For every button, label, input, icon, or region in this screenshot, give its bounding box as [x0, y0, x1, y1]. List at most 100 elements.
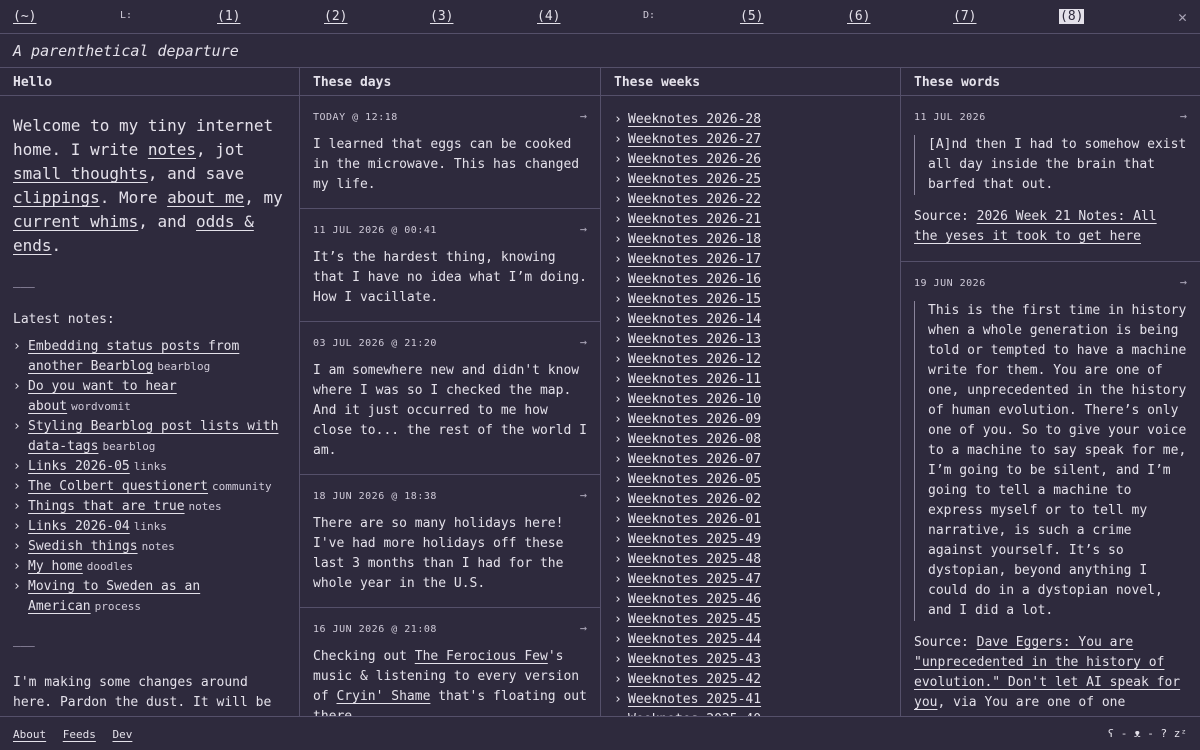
weeknote-link[interactable]: Weeknotes 2025-41: [628, 692, 761, 707]
nav-group-label-l: L:: [120, 10, 133, 21]
quote-post: 19 JUN 2026 → This is the first time in …: [901, 262, 1200, 716]
list-item: Weeknotes 2026-09: [614, 410, 887, 430]
status-post: TODAY @ 12:18 → I learned that eggs can …: [300, 96, 600, 209]
quote-source: Source: 2026 Week 21 Notes: All the yese…: [914, 207, 1187, 247]
weeknote-link[interactable]: Weeknotes 2026-25: [628, 172, 761, 187]
weeknote-link[interactable]: Weeknotes 2026-21: [628, 212, 761, 227]
weeknote-link[interactable]: Weeknotes 2026-17: [628, 252, 761, 267]
list-item: Weeknotes 2026-13: [614, 330, 887, 350]
cryin-shame-link[interactable]: Cryin' Shame: [336, 689, 430, 704]
quote-text: [A]nd then I had to somehow exist all da…: [914, 135, 1187, 195]
list-item: Styling Bearblog post lists with data-ta…: [13, 417, 286, 457]
list-item: Weeknotes 2026-07: [614, 450, 887, 470]
quote-date: 19 JUN 2026: [914, 278, 986, 289]
changes-notice: I'm making some changes around here. Par…: [13, 675, 272, 716]
status-date: 03 JUL 2026 @ 21:20: [313, 338, 437, 349]
arrow-right-icon[interactable]: →: [580, 109, 587, 123]
note-link[interactable]: My home: [28, 559, 83, 574]
weeknote-link[interactable]: Weeknotes 2026-27: [628, 132, 761, 147]
list-item: Weeknotes 2025-49: [614, 530, 887, 550]
welcome-text-part: .: [51, 236, 62, 255]
weeknote-link[interactable]: Weeknotes 2026-28: [628, 112, 761, 127]
tab-8[interactable]: (8): [1059, 9, 1085, 24]
weeknote-link[interactable]: Weeknotes 2025-47: [628, 572, 761, 587]
note-tag: links: [133, 460, 167, 473]
days-column: These days TODAY @ 12:18 → I learned tha…: [300, 68, 601, 716]
list-item: Weeknotes 2026-17: [614, 250, 887, 270]
footer-link-about[interactable]: About: [13, 728, 46, 741]
small-thoughts-link[interactable]: small thoughts: [13, 164, 148, 183]
weeknote-link[interactable]: Weeknotes 2026-05: [628, 472, 761, 487]
arrow-right-icon[interactable]: →: [1180, 275, 1187, 289]
welcome-text: Welcome to my tiny internet home. I writ…: [0, 96, 299, 258]
source-label: Source:: [914, 635, 977, 650]
tab-4[interactable]: (4): [537, 9, 560, 24]
weeknote-link[interactable]: Weeknotes 2026-01: [628, 512, 761, 527]
list-item: Weeknotes 2026-05: [614, 470, 887, 490]
list-item: Weeknotes 2026-18: [614, 230, 887, 250]
weeks-column: These weeks Weeknotes 2026-28Weeknotes 2…: [601, 68, 901, 716]
footer: About Feeds Dev ʕ - ᴥ - ? zᶻ: [0, 716, 1200, 750]
tab-1[interactable]: (1): [217, 9, 240, 24]
list-item: Weeknotes 2026-22: [614, 190, 887, 210]
notes-link[interactable]: notes: [148, 140, 196, 159]
close-icon[interactable]: ✕: [1178, 8, 1187, 26]
arrow-right-icon[interactable]: →: [1180, 109, 1187, 123]
weeknote-link[interactable]: Weeknotes 2025-43: [628, 652, 761, 667]
list-item: Weeknotes 2026-25: [614, 170, 887, 190]
weeknote-link[interactable]: Weeknotes 2026-07: [628, 452, 761, 467]
tab-5[interactable]: (5): [740, 9, 763, 24]
arrow-right-icon[interactable]: →: [580, 335, 587, 349]
weeknote-link[interactable]: Weeknotes 2026-15: [628, 292, 761, 307]
footer-link-feeds[interactable]: Feeds: [63, 728, 96, 741]
weeknote-link[interactable]: Weeknotes 2026-16: [628, 272, 761, 287]
about-me-link[interactable]: about me: [167, 188, 244, 207]
weeknote-link[interactable]: Weeknotes 2026-12: [628, 352, 761, 367]
arrow-right-icon[interactable]: →: [580, 488, 587, 502]
arrow-right-icon[interactable]: →: [580, 621, 587, 635]
note-link[interactable]: Links 2026-05: [28, 459, 130, 474]
weeknote-link[interactable]: Weeknotes 2026-26: [628, 152, 761, 167]
weeknote-link[interactable]: Weeknotes 2026-14: [628, 312, 761, 327]
weeknote-link[interactable]: Weeknotes 2025-44: [628, 632, 761, 647]
list-item: Weeknotes 2026-14: [614, 310, 887, 330]
note-link[interactable]: Things that are true: [28, 499, 185, 514]
note-link[interactable]: The Colbert questionert: [28, 479, 208, 494]
weeknote-link[interactable]: Weeknotes 2025-49: [628, 532, 761, 547]
footer-link-dev[interactable]: Dev: [113, 728, 133, 741]
current-whims-link[interactable]: current whims: [13, 212, 138, 231]
ferocious-few-link[interactable]: The Ferocious Few: [415, 649, 548, 664]
weeknote-link[interactable]: Weeknotes 2026-22: [628, 192, 761, 207]
tab-7[interactable]: (7): [953, 9, 976, 24]
list-item: Things that are truenotes: [13, 497, 286, 517]
tab-home[interactable]: (~): [13, 9, 36, 24]
tab-3[interactable]: (3): [430, 9, 453, 24]
weeknote-link[interactable]: Weeknotes 2025-48: [628, 552, 761, 567]
weeknote-link[interactable]: Weeknotes 2026-13: [628, 332, 761, 347]
clippings-link[interactable]: clippings: [13, 188, 100, 207]
weeknote-link[interactable]: Weeknotes 2026-11: [628, 372, 761, 387]
note-link[interactable]: Swedish things: [28, 539, 138, 554]
weeknote-link[interactable]: Weeknotes 2026-18: [628, 232, 761, 247]
tab-6[interactable]: (6): [847, 9, 870, 24]
note-link[interactable]: Links 2026-04: [28, 519, 130, 534]
status-date: 16 JUN 2026 @ 21:08: [313, 624, 437, 635]
quote-source: Source: Dave Eggers: You are "unpreceden…: [914, 633, 1187, 713]
tab-2[interactable]: (2): [324, 9, 347, 24]
list-item: Weeknotes 2026-02: [614, 490, 887, 510]
weeknote-link[interactable]: Weeknotes 2025-45: [628, 612, 761, 627]
list-item: Weeknotes 2025-42: [614, 670, 887, 690]
list-item: Weeknotes 2026-26: [614, 150, 887, 170]
weeknote-link[interactable]: Weeknotes 2026-10: [628, 392, 761, 407]
status-post: 03 JUL 2026 @ 21:20 → I am somewhere new…: [300, 322, 600, 475]
list-item: Weeknotes 2026-12: [614, 350, 887, 370]
list-item: Weeknotes 2026-16: [614, 270, 887, 290]
status-text-part: Checking out: [313, 649, 415, 664]
weeknote-link[interactable]: Weeknotes 2026-09: [628, 412, 761, 427]
arrow-right-icon[interactable]: →: [580, 222, 587, 236]
weeknote-link[interactable]: Weeknotes 2025-46: [628, 592, 761, 607]
weeknote-link[interactable]: Weeknotes 2026-02: [628, 492, 761, 507]
weeknote-link[interactable]: Weeknotes 2025-42: [628, 672, 761, 687]
list-item: Embedding status posts from another Bear…: [13, 337, 286, 377]
weeknote-link[interactable]: Weeknotes 2026-08: [628, 432, 761, 447]
